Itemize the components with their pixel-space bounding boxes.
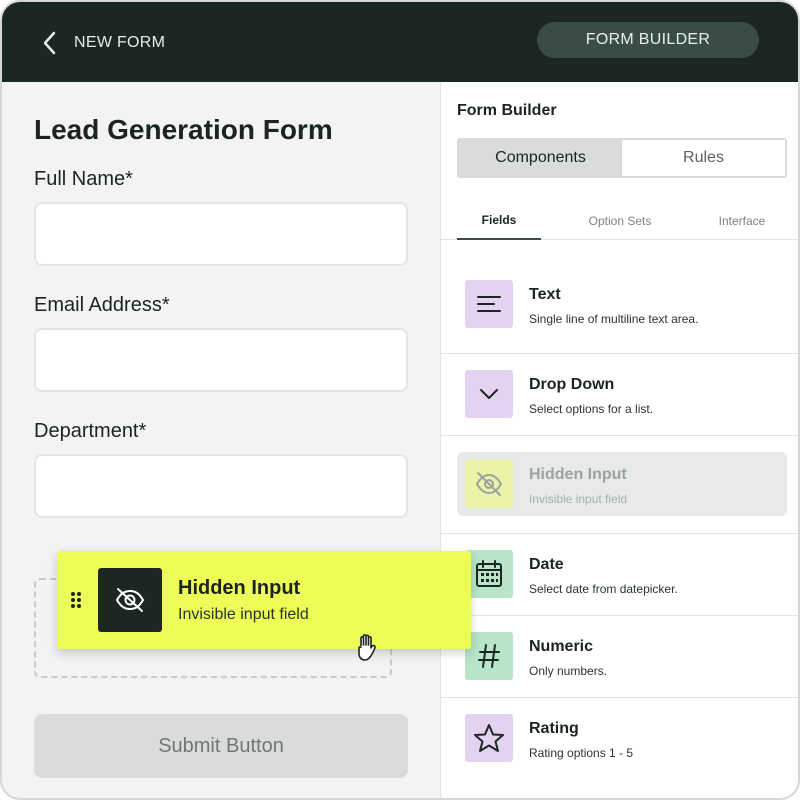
form-canvas: Lead Generation Form Full Name* Email Ad… (2, 82, 440, 798)
text-lines-icon (465, 280, 513, 328)
segment-components[interactable]: Components (459, 140, 622, 176)
form-builder-button[interactable]: FORM BUILDER (537, 22, 759, 58)
field-label-department: Department* (34, 420, 147, 442)
form-builder-panel: Form Builder Components Rules Fields Opt… (440, 82, 798, 798)
form-title: Lead Generation Form (34, 114, 333, 145)
component-desc: Select options for a list. (529, 402, 654, 416)
top-bar: NEW FORM FORM BUILDER (2, 2, 798, 82)
segmented-control: Components Rules (457, 138, 787, 178)
component-name: Rating (529, 720, 579, 737)
chevron-down-icon (465, 370, 513, 418)
component-text[interactable]: Text Single line of multiline text area. (441, 264, 798, 354)
grab-cursor-icon (358, 634, 376, 661)
department-field[interactable] (34, 454, 408, 518)
component-desc: Invisible input field (529, 492, 628, 506)
eye-off-icon (465, 460, 513, 508)
back-label: NEW FORM (74, 34, 166, 51)
tab-option-sets[interactable]: Option Sets (575, 202, 665, 240)
component-date[interactable]: Date Select date from datepicker. (441, 534, 798, 616)
eye-off-icon (98, 568, 162, 632)
chevron-left-icon (43, 31, 56, 55)
component-name: Drop Down (529, 376, 615, 393)
component-name: Date (529, 556, 564, 573)
component-numeric[interactable]: Numeric Only numbers. (441, 616, 798, 698)
component-desc: Rating options 1 - 5 (529, 746, 634, 760)
tab-bar: Fields Option Sets Interface (441, 202, 798, 240)
component-name: Text (529, 286, 561, 303)
tab-interface[interactable]: Interface (707, 202, 777, 240)
star-icon (465, 714, 513, 762)
component-drop-down[interactable]: Drop Down Select options for a list. (441, 354, 798, 436)
drag-handle-icon[interactable] (70, 591, 82, 609)
email-field[interactable] (34, 328, 408, 392)
back-button[interactable]: NEW FORM (40, 29, 180, 57)
panel-title: Form Builder (457, 102, 557, 119)
component-desc: Select date from datepicker. (529, 582, 678, 596)
hash-icon (465, 632, 513, 680)
dragged-component-card[interactable]: Hidden Input Invisible input field (57, 551, 471, 649)
field-label-email: Email Address* (34, 294, 170, 316)
component-hidden-input[interactable]: Hidden Input Invisible input field (441, 436, 798, 534)
field-label-full-name: Full Name* (34, 168, 133, 190)
tab-fields[interactable]: Fields (457, 202, 541, 240)
component-name: Hidden Input (529, 466, 627, 483)
calendar-icon (465, 550, 513, 598)
component-desc: Only numbers. (529, 664, 608, 678)
component-name: Numeric (529, 638, 594, 655)
component-rating[interactable]: Rating Rating options 1 - 5 (441, 698, 798, 798)
segment-rules[interactable]: Rules (622, 140, 785, 176)
component-desc: Single line of multiline text area. (529, 312, 699, 326)
app-frame: NEW FORM FORM BUILDER Lead Generation Fo… (0, 0, 800, 800)
dragged-component-desc: Invisible input field (178, 606, 309, 623)
dragged-component-name: Hidden Input (178, 577, 301, 599)
submit-button[interactable]: Submit Button (34, 714, 408, 778)
full-name-field[interactable] (34, 202, 408, 266)
